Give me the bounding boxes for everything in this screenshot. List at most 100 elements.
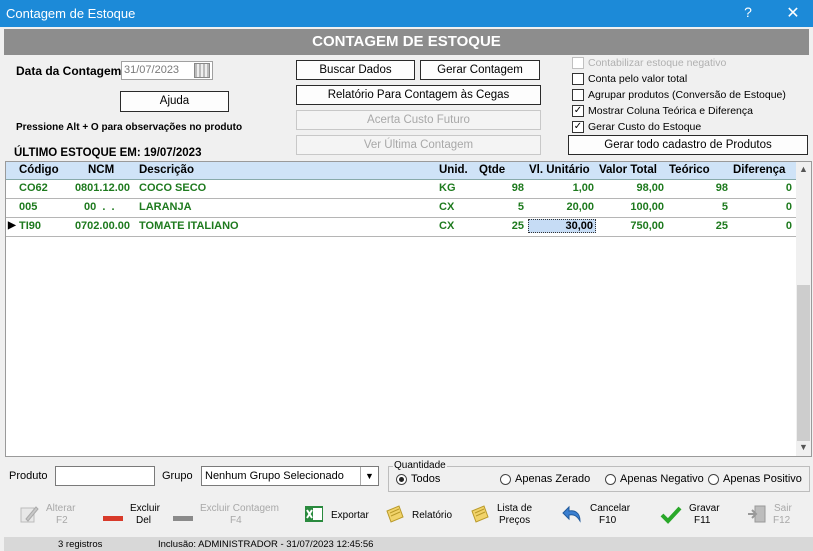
- minus-red-icon: [103, 516, 123, 521]
- price-list-button[interactable]: Lista de Preços: [469, 499, 533, 531]
- radio-label: Apenas Zerado: [515, 473, 591, 485]
- delete-count-shortcut: F4: [230, 515, 242, 526]
- radio-circle[interactable]: [605, 474, 616, 485]
- product-input[interactable]: [55, 466, 155, 486]
- delete-count-button[interactable]: Excluir Contagem F4: [172, 499, 279, 531]
- checkmark-icon[interactable]: ✓: [572, 105, 584, 117]
- column-header[interactable]: Qtde: [479, 164, 505, 176]
- view-last-count-button[interactable]: Ver Última Contagem: [296, 135, 541, 155]
- column-header[interactable]: Código: [19, 164, 59, 176]
- checkbox[interactable]: [572, 57, 584, 69]
- cancel-button[interactable]: Cancelar F10: [562, 499, 631, 531]
- cell-total: 750,00: [630, 220, 664, 232]
- radio-circle[interactable]: [396, 474, 407, 485]
- column-header[interactable]: Valor Total: [599, 164, 657, 176]
- cell-unit-price: 20,00: [566, 201, 594, 213]
- help-icon[interactable]: ?: [738, 4, 758, 24]
- cell-code: 005: [19, 201, 38, 213]
- scroll-down-icon[interactable]: ▼: [796, 442, 811, 456]
- fetch-data-button[interactable]: Buscar Dados: [296, 60, 415, 80]
- cell-theoretical: 5: [721, 201, 728, 213]
- blind-count-report-button[interactable]: Relatório Para Contagem às Cegas: [296, 85, 541, 105]
- report-button[interactable]: Relatório: [384, 499, 452, 531]
- column-header[interactable]: Diferença: [733, 164, 785, 176]
- cell-theoretical: 25: [715, 220, 728, 232]
- delete-count-label: Excluir Contagem: [200, 503, 279, 514]
- undo-arrow-icon: [562, 505, 581, 523]
- cell-unit: CX: [439, 220, 455, 232]
- chevron-down-icon[interactable]: ▼: [360, 467, 378, 485]
- export-button[interactable]: Exportar: [303, 499, 369, 531]
- cell-unit: KG: [439, 182, 456, 194]
- title-bar: Contagem de Estoque ? ✕: [0, 0, 813, 27]
- save-button[interactable]: Gravar F11: [660, 499, 720, 531]
- cell-difference: 0: [785, 220, 792, 232]
- inclusion-info: Inclusão: ADMINISTRADOR - 31/07/2023 12:…: [158, 539, 374, 550]
- checkbox[interactable]: [572, 89, 584, 101]
- status-bar: 3 registros Inclusão: ADMINISTRADOR - 31…: [4, 537, 813, 551]
- column-header[interactable]: Vl. Unitário: [529, 164, 590, 176]
- cell-description: LARANJA: [139, 201, 192, 213]
- column-header[interactable]: NCM: [88, 164, 114, 176]
- table-header: Código NCM Descrição Unid. Qtde Vl. Unit…: [6, 162, 796, 180]
- radio-label: Apenas Positivo: [723, 473, 802, 485]
- column-header[interactable]: Teórico: [669, 164, 710, 176]
- help-button[interactable]: Ajuda: [120, 91, 229, 112]
- cell-description: TOMATE ITALIANO: [139, 220, 239, 232]
- minus-gray-icon: [173, 516, 193, 521]
- table-row[interactable]: ▶ TI90 0702.00.00 TOMATE ITALIANO CX 25 …: [6, 218, 796, 237]
- date-label: Data da Contagem:: [16, 64, 126, 78]
- table-row[interactable]: CO62 0801.12.00 COCO SECO KG 98 1,00 98,…: [6, 180, 796, 199]
- edit-shortcut: F2: [56, 515, 68, 526]
- delete-button[interactable]: Excluir Del: [102, 499, 162, 531]
- group-label: Grupo: [162, 470, 193, 482]
- edit-button[interactable]: Alterar F2: [18, 499, 88, 531]
- checkmark-icon[interactable]: ✓: [572, 121, 584, 133]
- cell-theoretical: 98: [715, 182, 728, 194]
- cell-code: CO62: [19, 182, 48, 194]
- delete-label: Excluir: [130, 503, 161, 514]
- page-title: CONTAGEM DE ESTOQUE: [4, 29, 809, 55]
- notepad-icon: [471, 505, 489, 523]
- cell-quantity: 25: [511, 220, 524, 232]
- scroll-thumb[interactable]: [797, 285, 810, 441]
- exit-door-icon: [748, 505, 766, 523]
- adjust-future-cost-button[interactable]: Acerta Custo Futuro: [296, 110, 541, 130]
- cell-unit-price: 1,00: [572, 182, 594, 194]
- current-row-indicator-icon: ▶: [8, 220, 16, 231]
- cancel-label: Cancelar: [590, 503, 631, 514]
- cell-ncm: 0801.12.00: [74, 182, 130, 194]
- scroll-up-icon[interactable]: ▲: [796, 164, 811, 178]
- cell-total: 100,00: [630, 201, 664, 213]
- cell-unit: CX: [439, 201, 455, 213]
- record-count: 3 registros: [58, 539, 103, 550]
- radio-label: Todos: [411, 473, 441, 485]
- group-select[interactable]: Nenhum Grupo Selecionado ▼: [201, 466, 379, 486]
- column-header[interactable]: Unid.: [439, 164, 468, 176]
- close-icon[interactable]: ✕: [780, 3, 806, 25]
- excel-icon: [305, 506, 323, 522]
- cell-unit-price-selected[interactable]: 30,00: [528, 219, 596, 233]
- save-shortcut: F11: [694, 515, 711, 526]
- edit-label: Alterar: [46, 503, 76, 514]
- save-label: Gravar: [689, 503, 720, 514]
- column-header[interactable]: Descrição: [139, 164, 194, 176]
- window-title: Contagem de Estoque: [6, 6, 136, 21]
- radio-circle[interactable]: [500, 474, 511, 485]
- table-row[interactable]: 005 00 . . LARANJA CX 5 20,00 100,00 5 0: [6, 199, 796, 218]
- date-field[interactable]: 31/07/2023: [121, 61, 213, 80]
- generate-count-button[interactable]: Gerar Contagem: [420, 60, 540, 80]
- radio-circle[interactable]: [708, 474, 719, 485]
- calendar-icon[interactable]: [194, 63, 210, 78]
- checkbox[interactable]: [572, 73, 584, 85]
- checkmark-green-icon: [660, 506, 682, 524]
- price-list-label: Lista de: [497, 503, 533, 514]
- cell-quantity: 98: [511, 182, 524, 194]
- exit-button[interactable]: Sair F12: [746, 499, 796, 531]
- date-value: 31/07/2023: [124, 64, 180, 76]
- stock-table[interactable]: Código NCM Descrição Unid. Qtde Vl. Unit…: [5, 161, 812, 457]
- quantity-label: Quantidade: [393, 460, 447, 471]
- cell-ncm: 00 . .: [84, 201, 115, 213]
- generate-all-products-button[interactable]: Gerar todo cadastro de Produtos: [568, 135, 808, 155]
- vertical-scrollbar[interactable]: ▲ ▼: [796, 162, 811, 456]
